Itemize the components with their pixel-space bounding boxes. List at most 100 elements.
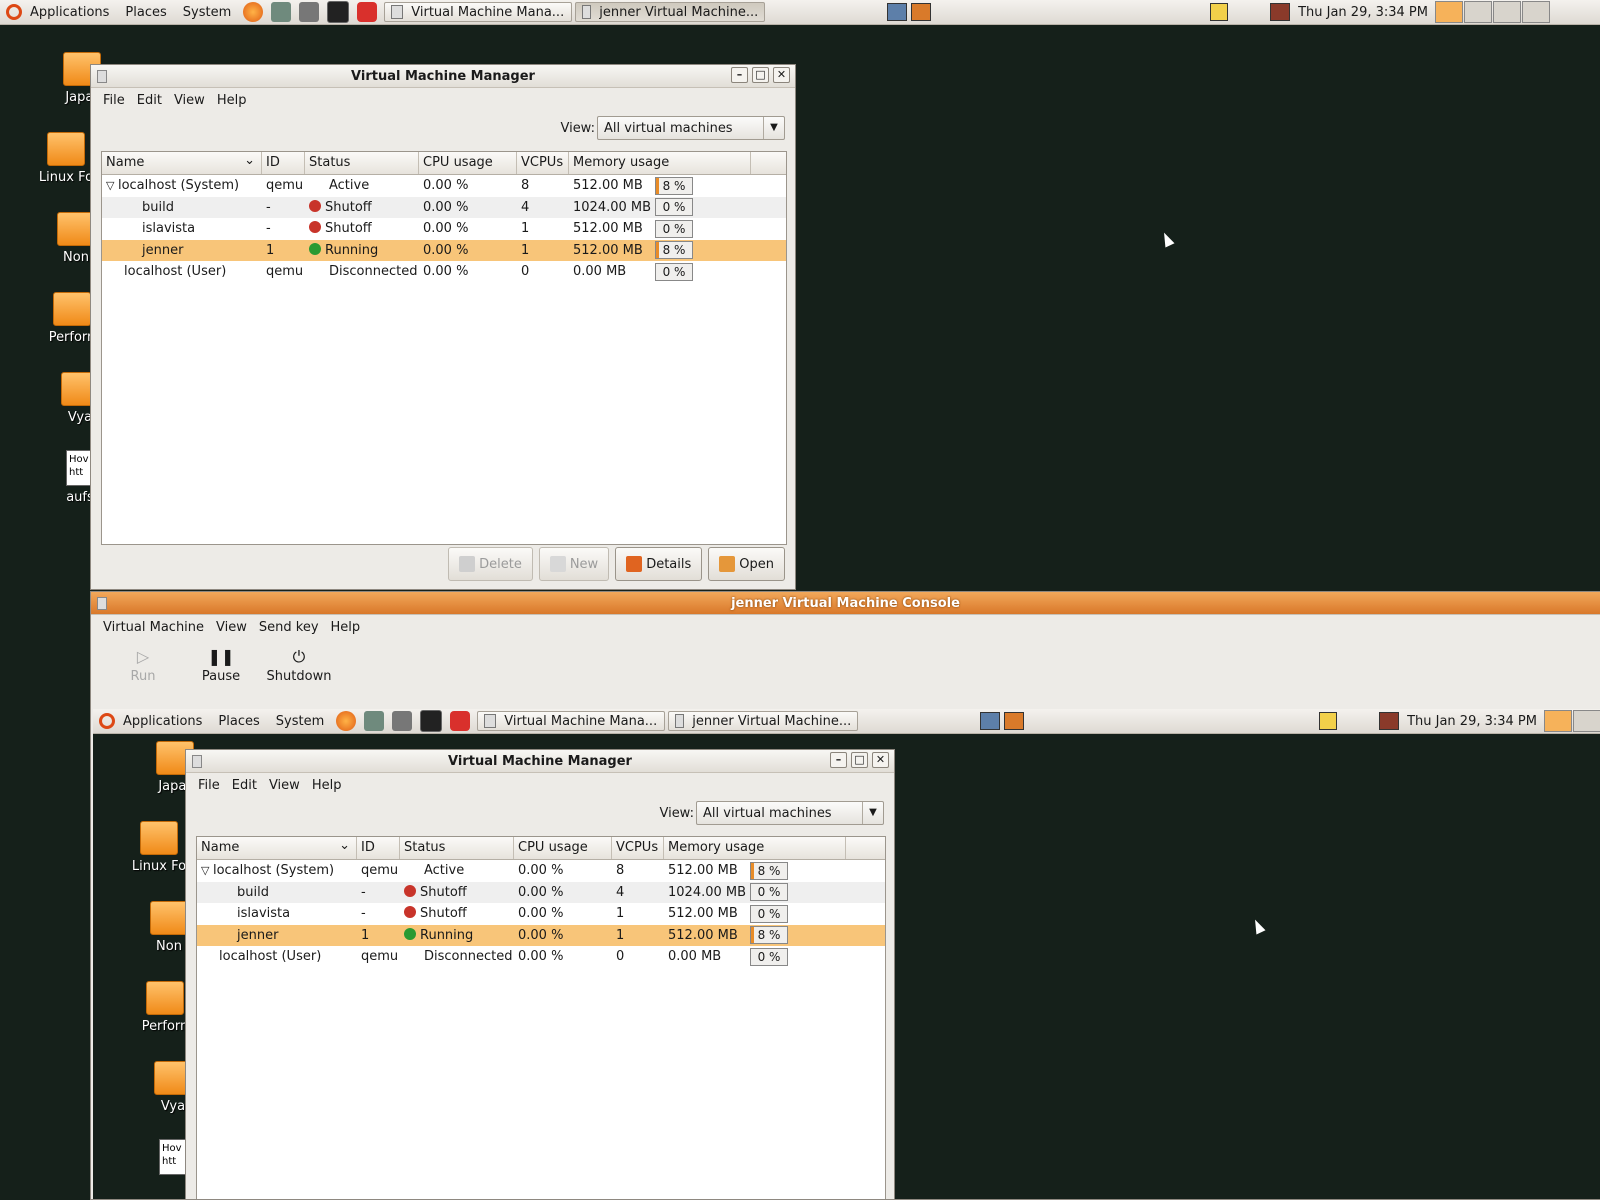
column-header[interactable]: Memory usage [569,152,751,174]
notes-icon[interactable] [1319,712,1338,730]
menu-virtual-machine[interactable]: Virtual Machine [97,620,210,635]
close-icon[interactable]: ✕ [872,752,889,768]
column-header[interactable]: CPU usage [514,837,612,859]
menu-view[interactable]: View [263,778,306,793]
menu-view[interactable]: View [168,93,211,108]
table-row[interactable]: build - Shutoff 0.00 % 4 1024.00 MB 0 % [102,196,786,218]
menu-send-key[interactable]: Send key [253,620,325,635]
workspace-2[interactable] [1573,710,1600,732]
menu-help[interactable]: Help [211,93,253,108]
menu-edit[interactable]: Edit [226,778,263,793]
maximize-icon[interactable]: □ [851,752,868,768]
monkey-icon[interactable] [299,2,320,22]
terminal-icon[interactable] [420,710,443,732]
firefox-icon[interactable] [243,2,264,22]
guest-menu-places[interactable]: Places [210,714,267,729]
minimize-icon[interactable]: – [731,67,748,83]
details-button[interactable]: Details [615,547,703,581]
display-tray-icon[interactable] [887,3,908,21]
workspace-2[interactable] [1464,1,1492,23]
table-row[interactable]: ▽ localhost (System) qemu Active 0.00 % 8 512… [102,175,786,197]
firefox-icon[interactable] [336,711,357,731]
monkey-icon[interactable] [392,711,413,731]
memory-usage-bar: 8 % [655,241,693,259]
run-button[interactable]: ▷ Run [113,645,173,684]
table-row[interactable]: localhost (User) qemu Disconnected 0.00 % 0 0… [102,261,786,283]
column-header[interactable]: ID [357,837,400,859]
expander-icon[interactable]: ▽ [201,864,213,877]
menu-applications[interactable]: Applications [22,5,117,20]
menu-places[interactable]: Places [117,5,174,20]
column-header[interactable]: Name ⌄ [102,152,262,174]
task-jenner-console[interactable]: jenner Virtual Machine... [575,2,766,22]
open-button[interactable]: Open [708,547,785,581]
column-header[interactable]: Name ⌄ [197,837,357,859]
guest-task-vm-manager[interactable]: Virtual Machine Mana... [477,711,666,731]
shutdown-button[interactable]: ⏻ Shutdown [259,645,339,684]
guest-display[interactable]: Applications Places System Virtual Machi… [93,709,1600,1199]
mail-icon[interactable] [1379,712,1400,730]
network-tray-icon[interactable] [911,3,932,21]
network-tray-icon[interactable] [1004,712,1025,730]
cell: 8 [521,178,530,193]
mail-icon[interactable] [1270,3,1291,21]
column-header[interactable]: Memory usage [664,837,846,859]
table-row[interactable]: build - Shutoff 0.00 % 4 1024.00 MB 0 % [197,881,885,903]
cell: Active [424,863,465,878]
guest-menu-applications[interactable]: Applications [115,714,210,729]
vm-list[interactable]: Name ⌄ ID Status CPU usage VCPUs Memory usage ▽… [101,151,787,545]
table-row[interactable]: ▽ localhost (System) qemu Active 0.00 % 8 512… [197,860,885,882]
workspace-1[interactable] [1544,710,1572,732]
titlebar[interactable]: Virtual Machine Manager – □ ✕ [186,750,894,773]
delete-button[interactable]: Delete [448,547,533,581]
cell: 1 [616,927,625,943]
menu-system[interactable]: System [175,5,239,20]
view-filter-select[interactable]: All virtual machines ▼ [597,116,785,140]
clock[interactable]: Thu Jan 29, 3:34 PM [1292,5,1434,20]
menu-file[interactable]: File [192,778,226,793]
console-titlebar[interactable]: jenner Virtual Machine Console [91,592,1600,615]
menu-help[interactable]: Help [306,778,348,793]
table-row[interactable]: jenner 1 Running 0.00 % 1 512.00 MB 8 % [197,924,885,946]
column-header[interactable]: Status [305,152,419,174]
menubar: File Edit View Help [91,88,795,112]
close-icon[interactable]: ✕ [773,67,790,83]
table-row[interactable]: islavista - Shutoff 0.00 % 1 512.00 MB 0 % [197,903,885,925]
menu-help[interactable]: Help [325,620,367,635]
pause-button[interactable]: ❚❚ Pause [191,645,251,684]
display-tray-icon[interactable] [980,712,1001,730]
guest-vm-list[interactable]: Name ⌄ ID Status CPU usage VCPUs Memory usage ▽… [196,836,886,1199]
column-header[interactable]: Status [400,837,514,859]
workspace-3[interactable] [1493,1,1521,23]
terminal-icon[interactable] [327,1,350,23]
column-header[interactable]: VCPUs [612,837,664,859]
table-row[interactable]: islavista - Shutoff 0.00 % 1 512.00 MB 0 % [102,218,786,240]
maximize-icon[interactable]: □ [752,67,769,83]
workspace-4[interactable] [1522,1,1550,23]
network-icon[interactable] [271,2,292,22]
table-row[interactable]: localhost (User) qemu Disconnected 0.00 % 0 0… [197,946,885,968]
column-header[interactable]: ID [262,152,305,174]
menu-edit[interactable]: Edit [131,93,168,108]
guest-menu-system[interactable]: System [268,714,332,729]
workspace-1[interactable] [1435,1,1463,23]
notes-icon[interactable] [1210,3,1229,21]
menu-view[interactable]: View [210,620,253,635]
table-row[interactable]: jenner 1 Running 0.00 % 1 512.00 MB 8 % [102,239,786,261]
view-filter-select[interactable]: All virtual machines ▼ [696,801,884,825]
guest-clock[interactable]: Thu Jan 29, 3:34 PM [1401,714,1543,729]
new-button[interactable]: New [538,547,610,581]
titlebar[interactable]: Virtual Machine Manager – □ ✕ [91,65,795,88]
console-title: jenner Virtual Machine Console [731,595,960,611]
minimize-icon[interactable]: – [830,752,847,768]
column-header[interactable]: CPU usage [419,152,517,174]
guest-task-jenner-console[interactable]: jenner Virtual Machine... [668,711,859,731]
cell: 0.00 % [518,884,564,900]
power-icon[interactable] [357,2,378,22]
expander-icon[interactable]: ▽ [106,179,118,192]
network-icon[interactable] [364,711,385,731]
menu-file[interactable]: File [97,93,131,108]
power-icon[interactable] [450,711,471,731]
column-header[interactable]: VCPUs [517,152,569,174]
task-vm-manager[interactable]: Virtual Machine Mana... [384,2,573,22]
